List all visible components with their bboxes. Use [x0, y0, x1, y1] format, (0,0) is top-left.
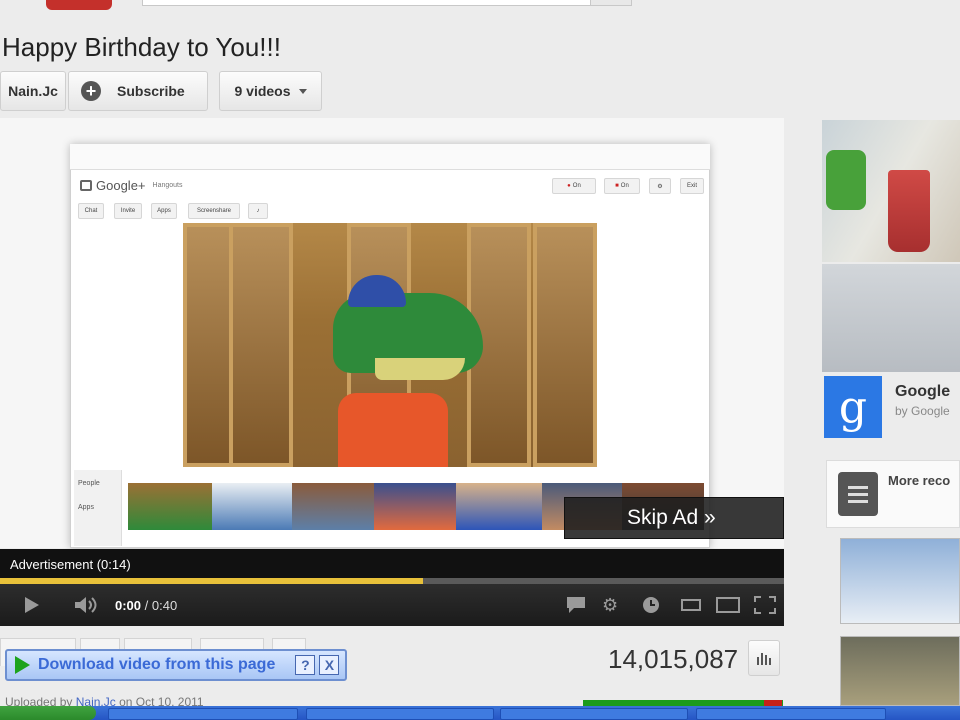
mascot-shirt [338, 393, 448, 467]
taskbar-item[interactable] [306, 708, 494, 720]
videos-dropdown-label: 9 videos [234, 83, 291, 99]
video-title: Happy Birthday to You!!! [2, 32, 281, 62]
hangout-exit-button: Exit [680, 178, 704, 194]
sidebar-ad-byline: by Google [895, 404, 950, 418]
ad-video-scene [183, 223, 597, 467]
channel-button[interactable]: Nain.Jc [0, 71, 66, 111]
taskbar-item[interactable] [500, 708, 688, 720]
hangouts-brand: Google+ [96, 178, 146, 193]
caret-down-icon [298, 88, 307, 94]
download-play-icon [15, 656, 30, 674]
plus-icon: + [81, 81, 101, 101]
start-button[interactable] [0, 706, 96, 720]
participant-thumbnail [292, 483, 374, 530]
fullscreen-icon[interactable] [754, 596, 776, 617]
subscribe-button[interactable]: + Subscribe [68, 71, 208, 111]
advertisement-label: Advertisement (0:14) [10, 556, 131, 572]
subscribe-label: Subscribe [117, 83, 185, 99]
skip-ad-label: Skip Ad » [627, 506, 716, 529]
hangout-apps-tab: Apps [78, 504, 94, 511]
music-note-icon: ♪ [248, 203, 268, 219]
more-recommendations-label[interactable]: More reco [888, 473, 950, 488]
taskbar-item[interactable] [696, 708, 886, 720]
participant-thumbnail [212, 483, 292, 530]
google-logo-icon[interactable]: g [824, 376, 882, 438]
hangout-apps-button: Apps [151, 203, 177, 219]
duration: 0:40 [151, 598, 178, 613]
hangouts-logo: Google+ Hangouts [80, 178, 182, 193]
search-button[interactable] [590, 0, 632, 6]
youtube-logo[interactable] [46, 0, 112, 10]
play-icon[interactable] [24, 596, 40, 617]
related-video-thumbnail[interactable] [840, 538, 960, 624]
view-count: 14,015,087 [608, 644, 739, 674]
hangouts-icon [80, 180, 92, 191]
sidebar-ad-image-2[interactable] [822, 264, 960, 372]
list-icon [838, 472, 878, 516]
hangout-camera-button: ■ On [604, 178, 640, 194]
volume-icon[interactable] [74, 596, 100, 617]
videos-dropdown[interactable]: 9 videos [219, 71, 322, 111]
time-display: 0:00 / 0:40 [115, 598, 178, 613]
captions-icon[interactable] [566, 596, 586, 617]
hangout-invite-button: Invite [114, 203, 142, 219]
download-video-label: Download video from this page [38, 656, 276, 673]
watch-later-clock-icon[interactable] [642, 596, 660, 617]
hangout-mic-button: ● On [552, 178, 596, 194]
stats-button[interactable] [748, 640, 780, 676]
hangouts-product: Hangouts [152, 182, 183, 189]
small-player-icon[interactable] [680, 596, 702, 617]
browser-top-strip [70, 144, 710, 170]
search-input[interactable] [142, 0, 632, 6]
current-time: 0:00 [115, 598, 142, 613]
sidebar-ad-title[interactable]: Google [895, 383, 950, 401]
bar-chart-icon [757, 653, 771, 665]
participant-thumbnail [128, 483, 212, 530]
advertisement-bar: Advertisement (0:14) [0, 549, 784, 579]
settings-gear-icon[interactable]: ⚙ [602, 596, 618, 614]
taskbar-item[interactable] [108, 708, 298, 720]
download-video-bar[interactable]: Download video from this page ? X [5, 649, 347, 681]
skip-ad-button[interactable]: Skip Ad » [564, 497, 784, 539]
participant-thumbnail [456, 483, 542, 530]
large-player-icon[interactable] [716, 596, 740, 617]
download-help-button[interactable]: ? [295, 655, 316, 675]
hangout-chat-button: Chat [78, 203, 104, 219]
download-close-button[interactable]: X [319, 655, 340, 675]
channel-name: Nain.Jc [8, 83, 58, 99]
hangout-people-tab: People [78, 480, 100, 487]
related-video-thumbnail[interactable] [840, 636, 960, 706]
sidebar-ad-image[interactable] [822, 120, 960, 262]
participant-thumbnail [374, 483, 456, 530]
hangout-screenshare-button: Screenshare [188, 203, 240, 219]
hangout-settings-icon: ⚙ [649, 178, 671, 194]
